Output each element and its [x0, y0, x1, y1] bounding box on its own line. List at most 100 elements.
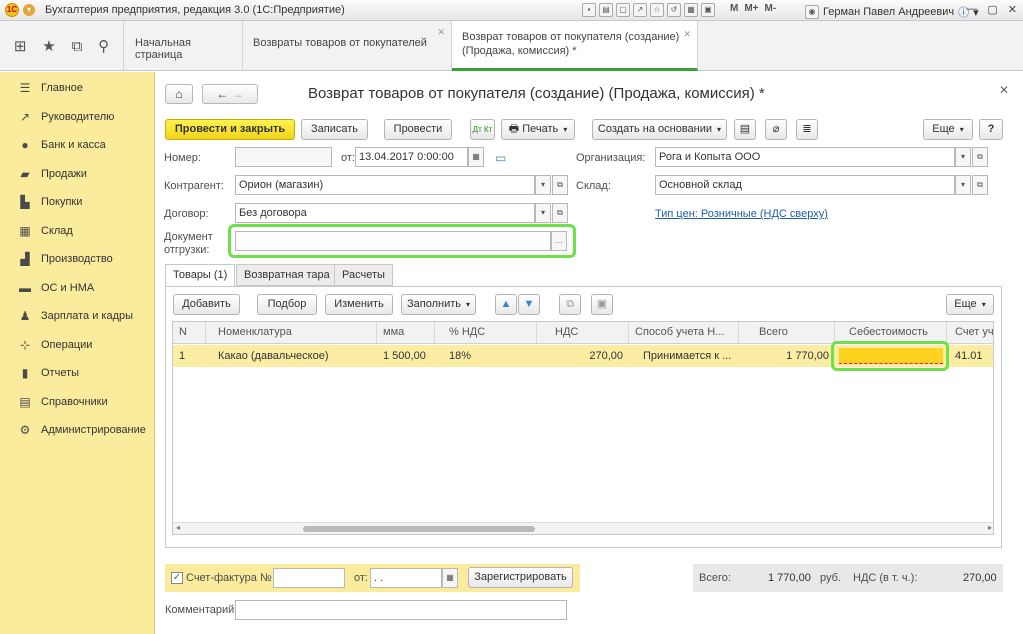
- register-button[interactable]: Зарегистрировать: [468, 567, 573, 588]
- col-header-n[interactable]: N: [173, 322, 206, 344]
- table-more-button[interactable]: Еще ▾: [946, 294, 994, 315]
- tab-settlements[interactable]: Расчеты: [334, 264, 393, 286]
- m-plus-button[interactable]: M+: [744, 3, 758, 14]
- calendar-icon[interactable]: ▣: [701, 3, 715, 17]
- copy-rows-icon[interactable]: ⧉: [559, 294, 581, 315]
- link-icon[interactable]: ↗: [633, 3, 647, 17]
- close-window-icon[interactable]: ✕: [1008, 3, 1017, 16]
- post-and-close-button[interactable]: Провести и закрыть: [165, 119, 295, 140]
- m-button[interactable]: M: [730, 3, 738, 14]
- scroll-left-icon[interactable]: ◂: [176, 523, 180, 532]
- price-type-link[interactable]: Тип цен: Розничные (НДС сверху): [655, 208, 828, 220]
- sidebar-item-sales[interactable]: ▰ Продажи: [0, 160, 154, 189]
- minimize-icon[interactable]: —: [966, 3, 977, 16]
- tab-return-create[interactable]: Возврат товаров от покупателя (создание)…: [452, 21, 698, 71]
- cell-vat-rate[interactable]: 18%: [435, 345, 537, 367]
- change-button[interactable]: Изменить: [325, 294, 393, 315]
- more-button[interactable]: Еще ▾: [923, 119, 973, 140]
- close-form-icon[interactable]: ✕: [999, 83, 1009, 97]
- save-icon[interactable]: ▪: [582, 3, 596, 17]
- maximize-icon[interactable]: ▢: [987, 3, 997, 16]
- history-icon[interactable]: ⧉: [72, 38, 83, 55]
- col-header-account[interactable]: Счет уч: [947, 322, 993, 344]
- sidebar-item-reports[interactable]: ▮ Отчеты: [0, 359, 154, 388]
- comment-field[interactable]: [235, 600, 567, 620]
- cell-total[interactable]: 1 770,00: [739, 345, 835, 367]
- sidebar-item-operations[interactable]: ⊹ Операции: [0, 331, 154, 360]
- close-tab-icon[interactable]: ✕: [437, 27, 445, 38]
- m-minus-button[interactable]: M-: [765, 3, 777, 14]
- tab-returns-list[interactable]: Возвраты товаров от покупателей ✕: [243, 21, 452, 71]
- help-button[interactable]: ?: [979, 119, 1003, 140]
- sidebar-item-purchases[interactable]: ▙ Покупки: [0, 188, 154, 217]
- cell-vat[interactable]: 270,00: [537, 345, 629, 367]
- scrollbar-thumb[interactable]: [303, 526, 535, 532]
- invoice-date-field[interactable]: . .: [370, 568, 442, 588]
- warehouse-open-icon[interactable]: ⧉: [972, 175, 988, 195]
- tab-returnable-packaging[interactable]: Возвратная тара: [236, 264, 338, 286]
- cell-item[interactable]: Какао (давальческое): [206, 345, 377, 367]
- contractor-field[interactable]: Орион (магазин): [235, 175, 535, 195]
- favorites-icon[interactable]: ☆: [650, 3, 664, 17]
- date-field[interactable]: 13.04.2017 0:00:00: [355, 147, 468, 167]
- cell-sum[interactable]: 1 500,00: [377, 345, 435, 367]
- col-header-total[interactable]: Всего: [739, 322, 835, 344]
- sidebar-item-salary[interactable]: ♟ Зарплата и кадры: [0, 302, 154, 331]
- calculator-icon[interactable]: ▦: [684, 3, 698, 17]
- sidebar-item-production[interactable]: ▟ Производство: [0, 245, 154, 274]
- number-field[interactable]: [235, 147, 332, 167]
- sidebar-item-main[interactable]: ☰ Главное: [0, 74, 154, 103]
- organization-field[interactable]: Рога и Копыта ООО: [655, 147, 955, 167]
- cell-account[interactable]: 41.01: [947, 345, 993, 367]
- list-icon[interactable]: ≣: [796, 119, 818, 140]
- close-tab-icon[interactable]: ✕: [683, 27, 691, 41]
- invoice-number-field[interactable]: [273, 568, 345, 588]
- copy-icon[interactable]: ▢: [616, 3, 630, 17]
- organization-open-icon[interactable]: ⧉: [972, 147, 988, 167]
- apps-grid-icon[interactable]: ⊞: [14, 37, 27, 55]
- favorites-star-icon[interactable]: ★: [42, 37, 55, 55]
- cell-n[interactable]: 1: [173, 345, 206, 367]
- sidebar-item-warehouse[interactable]: ▦ Склад: [0, 217, 154, 246]
- tab-goods[interactable]: Товары (1): [165, 264, 236, 287]
- add-row-button[interactable]: Добавить: [173, 294, 240, 315]
- create-based-on-button[interactable]: Создать на основании ▾: [592, 119, 727, 140]
- sidebar-item-bank[interactable]: ● Банк и касса: [0, 131, 154, 160]
- sidebar-item-manager[interactable]: ↗ Руководителю: [0, 103, 154, 132]
- move-down-icon[interactable]: ▼: [518, 294, 540, 315]
- journal-entries-icon[interactable]: Дт Кт: [470, 119, 495, 140]
- tab-home[interactable]: Начальная страница: [125, 21, 243, 71]
- organization-dropdown-icon[interactable]: ▾: [955, 147, 971, 167]
- col-header-vat[interactable]: НДС: [537, 322, 629, 344]
- post-button[interactable]: Провести: [384, 119, 452, 140]
- contractor-dropdown-icon[interactable]: ▾: [535, 175, 551, 195]
- forward-arrow-icon[interactable]: →: [232, 87, 244, 101]
- calendar-icon[interactable]: ▦: [442, 568, 458, 588]
- fill-button[interactable]: Заполнить ▾: [401, 294, 476, 315]
- scroll-right-icon[interactable]: ▸: [988, 523, 992, 532]
- move-up-icon[interactable]: ▲: [495, 294, 517, 315]
- contract-open-icon[interactable]: ⧉: [552, 203, 568, 223]
- back-arrow-icon[interactable]: ←: [216, 87, 228, 101]
- col-header-vat-method[interactable]: Способ учета Н...: [629, 322, 739, 344]
- contract-dropdown-icon[interactable]: ▾: [535, 203, 551, 223]
- sidebar-item-assets[interactable]: ▬ ОС и НМА: [0, 274, 154, 303]
- document-icon[interactable]: ▤: [734, 119, 756, 140]
- col-header-vat-rate[interactable]: % НДС: [435, 322, 537, 344]
- sidebar-item-admin[interactable]: ⚙ Администрирование: [0, 416, 154, 445]
- contract-field[interactable]: Без договора: [235, 203, 535, 223]
- main-menu-icon[interactable]: ▾: [23, 4, 35, 16]
- history-icon[interactable]: ↺: [667, 3, 681, 17]
- comment-icon[interactable]: ▭: [495, 151, 506, 165]
- sidebar-item-catalogs[interactable]: ▤ Справочники: [0, 388, 154, 417]
- search-icon[interactable]: ⚲: [98, 37, 109, 55]
- print-button[interactable]: 🖶 Печать ▾: [501, 119, 575, 140]
- contractor-open-icon[interactable]: ⧉: [552, 175, 568, 195]
- paste-rows-icon[interactable]: ▣: [591, 294, 613, 315]
- warehouse-field[interactable]: Основной склад: [655, 175, 955, 195]
- cell-vat-method[interactable]: Принимается к ...: [629, 345, 739, 367]
- warehouse-dropdown-icon[interactable]: ▾: [955, 175, 971, 195]
- user-info[interactable]: ◉ Герман Павел Андреевич ⓘ ▾: [805, 4, 979, 20]
- calendar-icon[interactable]: ▦: [468, 147, 484, 167]
- col-header-item[interactable]: Номенклатура: [206, 322, 377, 344]
